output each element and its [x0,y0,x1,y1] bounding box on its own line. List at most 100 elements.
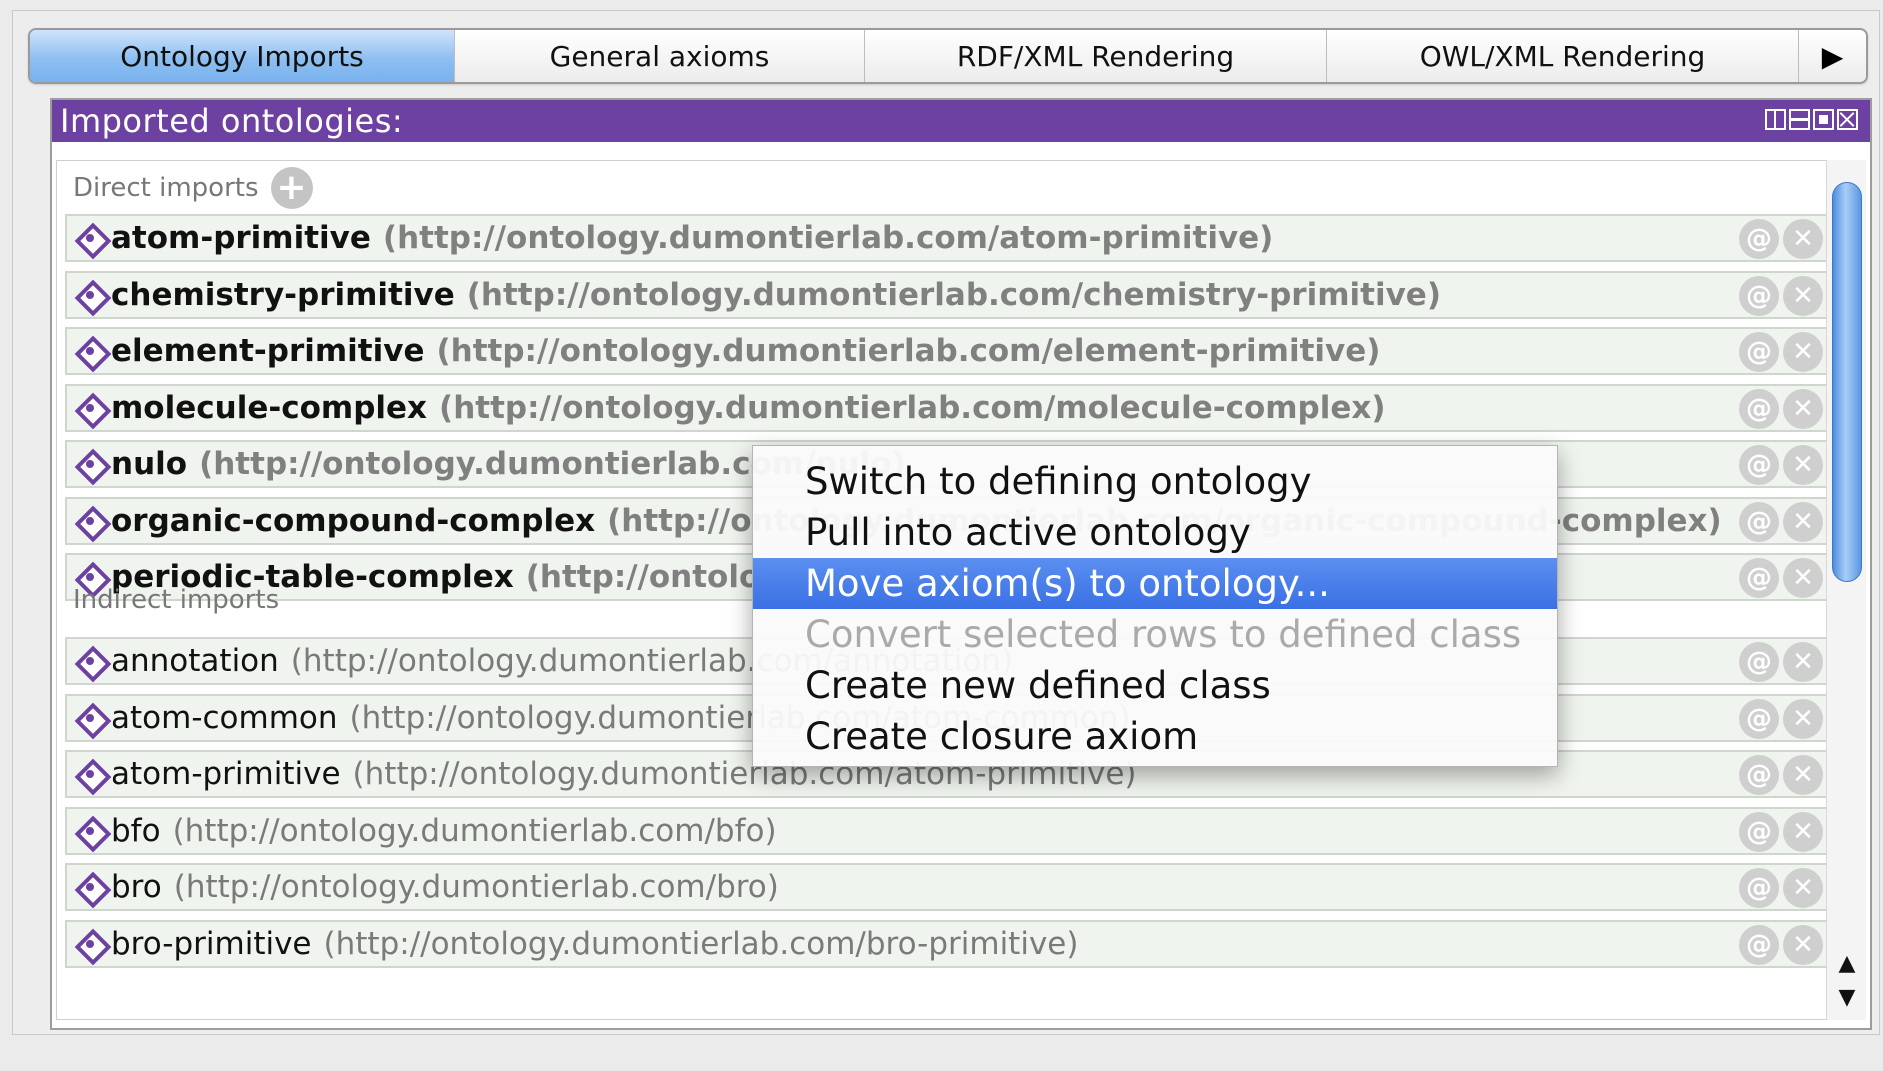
ontology-name: bro [111,869,162,905]
remove-icon[interactable]: ✕ [1783,501,1823,542]
row-buttons: @ ✕ [1739,558,1823,598]
remove-icon[interactable]: ✕ [1783,275,1823,316]
minimize-icon[interactable] [1789,109,1810,130]
annotate-icon[interactable]: @ [1739,811,1779,852]
ontology-name: atom-primitive [111,220,371,256]
ontology-icon [77,931,103,957]
annotate-icon[interactable]: @ [1739,388,1779,429]
tab-general-axioms[interactable]: General axioms [455,30,865,82]
context-menu: Switch to defining ontology Pull into act… [752,445,1558,767]
remove-icon[interactable]: ✕ [1783,388,1823,429]
split-icon[interactable] [1765,109,1786,130]
ontology-icon [77,508,103,534]
ontology-name: nulo [111,446,188,482]
menu-item[interactable]: Move axiom(s) to ontology... [753,558,1557,609]
ontology-icon [77,395,103,421]
remove-icon[interactable]: ✕ [1783,755,1823,795]
ontology-name: molecule-complex [111,389,428,426]
tab-ontology-imports[interactable]: Ontology Imports [30,30,455,82]
scroll-up-icon[interactable]: ▲ [1833,950,1861,978]
view-controls [1765,109,1858,130]
annotate-icon[interactable]: @ [1739,868,1779,908]
remove-icon[interactable]: ✕ [1783,868,1823,908]
remove-icon[interactable]: ✕ [1783,332,1823,372]
ontology-icon [77,451,103,477]
row-buttons: @ ✕ [1739,811,1823,852]
annotate-icon[interactable]: @ [1739,755,1779,795]
annotate-icon[interactable]: @ [1739,698,1779,739]
ontology-name: bfo [111,812,161,849]
menu-item[interactable]: Create closure axiom [753,711,1557,762]
ontology-name: atom-primitive [111,756,341,792]
row-buttons: @ ✕ [1739,501,1823,542]
tab-rdf-xml-rendering[interactable]: RDF/XML Rendering [865,30,1327,82]
annotate-icon[interactable]: @ [1739,558,1779,598]
remove-icon[interactable]: ✕ [1783,924,1823,965]
annotate-icon[interactable]: @ [1739,219,1779,259]
direct-imports-label: Direct imports + [73,167,313,209]
ontology-uri: (http://ontology.dumontierlab.com/bfo) [172,812,777,849]
annotate-icon[interactable]: @ [1739,445,1779,485]
list-item[interactable]: bro (http://ontology.dumontierlab.com/bro… [65,863,1827,911]
ontology-name: chemistry-primitive [111,276,455,313]
indirect-imports-text: Indirect imports [73,585,280,615]
menu-item[interactable]: Pull into active ontology [753,507,1557,558]
close-icon[interactable] [1837,109,1858,130]
ontology-icon [77,705,103,731]
row-buttons: @ ✕ [1739,868,1823,908]
row-buttons: @ ✕ [1739,332,1823,372]
row-buttons: @ ✕ [1739,642,1823,682]
maximize-icon[interactable] [1813,109,1834,130]
list-item[interactable]: element-primitive (http://ontology.dumont… [65,327,1827,375]
ontology-name: element-primitive [111,333,425,369]
indirect-imports-label: Indirect imports [73,585,279,615]
list-item[interactable]: chemistry-primitive (http://ontology.dumo… [65,270,1827,319]
add-import-icon[interactable]: + [270,167,313,209]
menu-item: Convert selected rows to defined class [805,613,1522,656]
remove-icon[interactable]: ✕ [1783,558,1823,598]
scrollbar-thumb[interactable] [1832,182,1862,582]
annotate-icon[interactable]: @ [1739,332,1779,372]
tab-overflow-arrow-icon[interactable]: ▶ [1799,30,1866,82]
ontology-uri: (http://ontology.dumontierlab.com/atom-p… [382,220,1274,256]
row-buttons: @ ✕ [1739,698,1823,739]
row-buttons: @ ✕ [1739,755,1823,795]
row-buttons: @ ✕ [1739,275,1823,316]
ontology-icon [77,761,103,787]
ontology-icon [77,338,103,364]
menu-item[interactable]: Switch to defining ontology [753,456,1557,507]
scroll-down-icon[interactable]: ▼ [1833,984,1861,1012]
remove-icon[interactable]: ✕ [1783,698,1823,739]
row-buttons: @ ✕ [1739,924,1823,965]
annotate-icon[interactable]: @ [1739,642,1779,682]
view-header: Imported ontologies: [52,100,1870,142]
remove-icon[interactable]: ✕ [1783,219,1823,259]
vertical-scrollbar[interactable]: ▲ ▼ [1826,160,1866,1020]
list-item[interactable]: bro-primitive (http://ontology.dumontierl… [65,919,1827,968]
remove-icon[interactable]: ✕ [1783,642,1823,682]
ontology-name: organic-compound-complex [111,502,596,539]
tab-owl-xml-rendering[interactable]: OWL/XML Rendering [1327,30,1799,82]
ontology-icon [77,282,103,308]
remove-icon[interactable]: ✕ [1783,811,1823,852]
menu-item[interactable]: Create new defined class [753,660,1557,711]
ontology-name: annotation [111,643,279,679]
view-title: Imported ontologies: [60,102,404,140]
remove-icon[interactable]: ✕ [1783,445,1823,485]
ontology-icon [77,818,103,844]
ontology-icon [77,225,103,251]
ontology-uri: (http://ontology.dumontierlab.com/chemis… [466,276,1441,313]
list-item[interactable]: atom-primitive (http://ontology.dumontier… [65,214,1827,262]
annotate-icon[interactable]: @ [1739,275,1779,316]
annotate-icon[interactable]: @ [1739,501,1779,542]
ontology-uri: (http://ontology.dumontierlab.com/bro) [173,869,779,905]
ontology-uri: (http://ontology.dumontierlab.com/molecu… [439,389,1386,426]
ontology-icon [77,874,103,900]
row-buttons: @ ✕ [1739,388,1823,429]
tab-bar: Ontology Imports General axioms RDF/XML … [28,28,1868,84]
ontology-name: bro-primitive [111,925,312,962]
list-item[interactable]: molecule-complex (http://ontology.dumonti… [65,383,1827,432]
ontology-name: atom-common [111,699,338,736]
annotate-icon[interactable]: @ [1739,924,1779,965]
list-item[interactable]: bfo (http://ontology.dumontierlab.com/bfo… [65,806,1827,855]
